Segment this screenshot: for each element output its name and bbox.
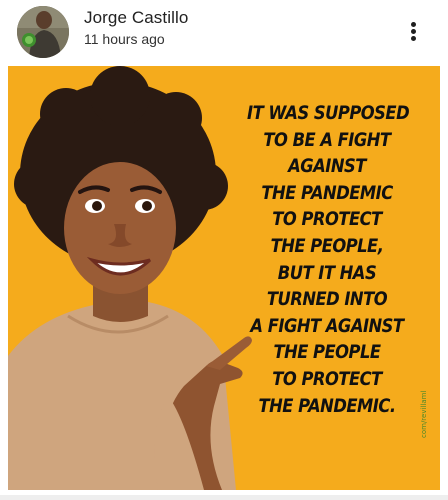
post-header: Jorge Castillo 11 hours ago [0,0,448,64]
author-name[interactable]: Jorge Castillo [84,8,188,28]
avatar-photo [17,6,69,58]
meme-line: TO PROTECT [272,367,382,390]
meme-line: TURNED INTO [266,288,388,311]
meme-caption: IT WAS SUPPOSED TO BE A FIGHT AGAINST TH… [234,100,420,419]
image-watermark: com/revillaml [420,390,428,438]
meme-line: THE PEOPLE, [270,234,384,257]
meme-line: TO PROTECT [272,208,382,231]
meme-line: THE PEOPLE [273,341,381,364]
more-options-button[interactable] [398,14,428,48]
meme-line: TO BE A FIGHT [263,128,391,151]
meme-line: A FIGHT AGAINST [250,314,404,337]
meme-line: AGAINST [288,155,366,178]
meme-line: IT WAS SUPPOSED [247,102,410,124]
meme-line: THE PANDEMIC [261,181,393,204]
post-image[interactable]: IT WAS SUPPOSED TO BE A FIGHT AGAINST TH… [8,66,440,490]
post-timestamp: 11 hours ago [84,31,165,47]
more-vertical-icon-dot [411,29,416,34]
post-divider [0,495,448,500]
meme-line: THE PANDEMIC. [258,394,396,417]
author-avatar[interactable] [17,6,69,58]
more-vertical-icon-dot [411,36,416,41]
more-vertical-icon [411,22,416,27]
meme-line: BUT IT HAS [277,261,377,284]
